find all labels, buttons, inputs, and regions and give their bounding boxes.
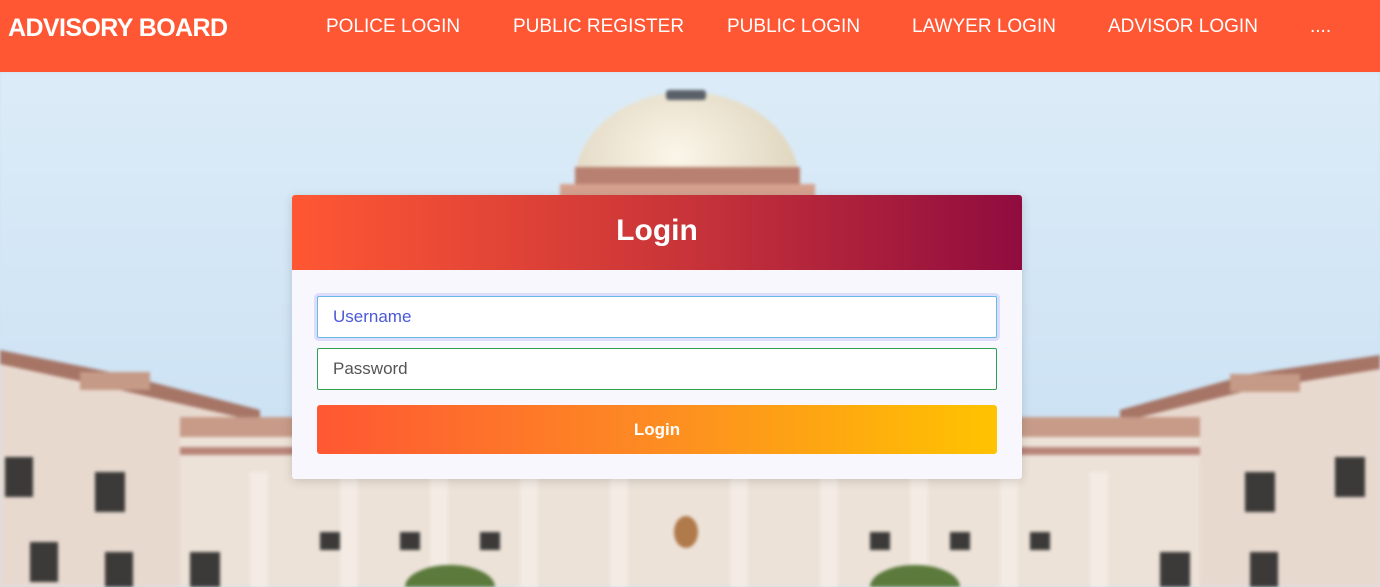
- nav-advisor-login[interactable]: ADVISOR LOGIN: [1108, 12, 1258, 42]
- login-title: Login: [292, 195, 1022, 270]
- login-button[interactable]: Login: [317, 405, 997, 454]
- login-card: Login Login: [292, 195, 1022, 479]
- nav-more-link[interactable]: ....: [1310, 12, 1331, 42]
- nav-police-login[interactable]: POLICE LOGIN: [326, 12, 460, 42]
- password-input[interactable]: [317, 348, 997, 390]
- nav-public-register[interactable]: PUBLIC REGISTER: [513, 12, 684, 42]
- nav-lawyer-login[interactable]: LAWYER LOGIN: [912, 12, 1056, 42]
- brand-link[interactable]: ADVISORY BOARD: [8, 12, 228, 44]
- username-input[interactable]: [317, 296, 997, 338]
- top-navbar: ADVISORY BOARD POLICE LOGIN PUBLIC REGIS…: [0, 0, 1380, 72]
- nav-public-login[interactable]: PUBLIC LOGIN: [727, 12, 860, 42]
